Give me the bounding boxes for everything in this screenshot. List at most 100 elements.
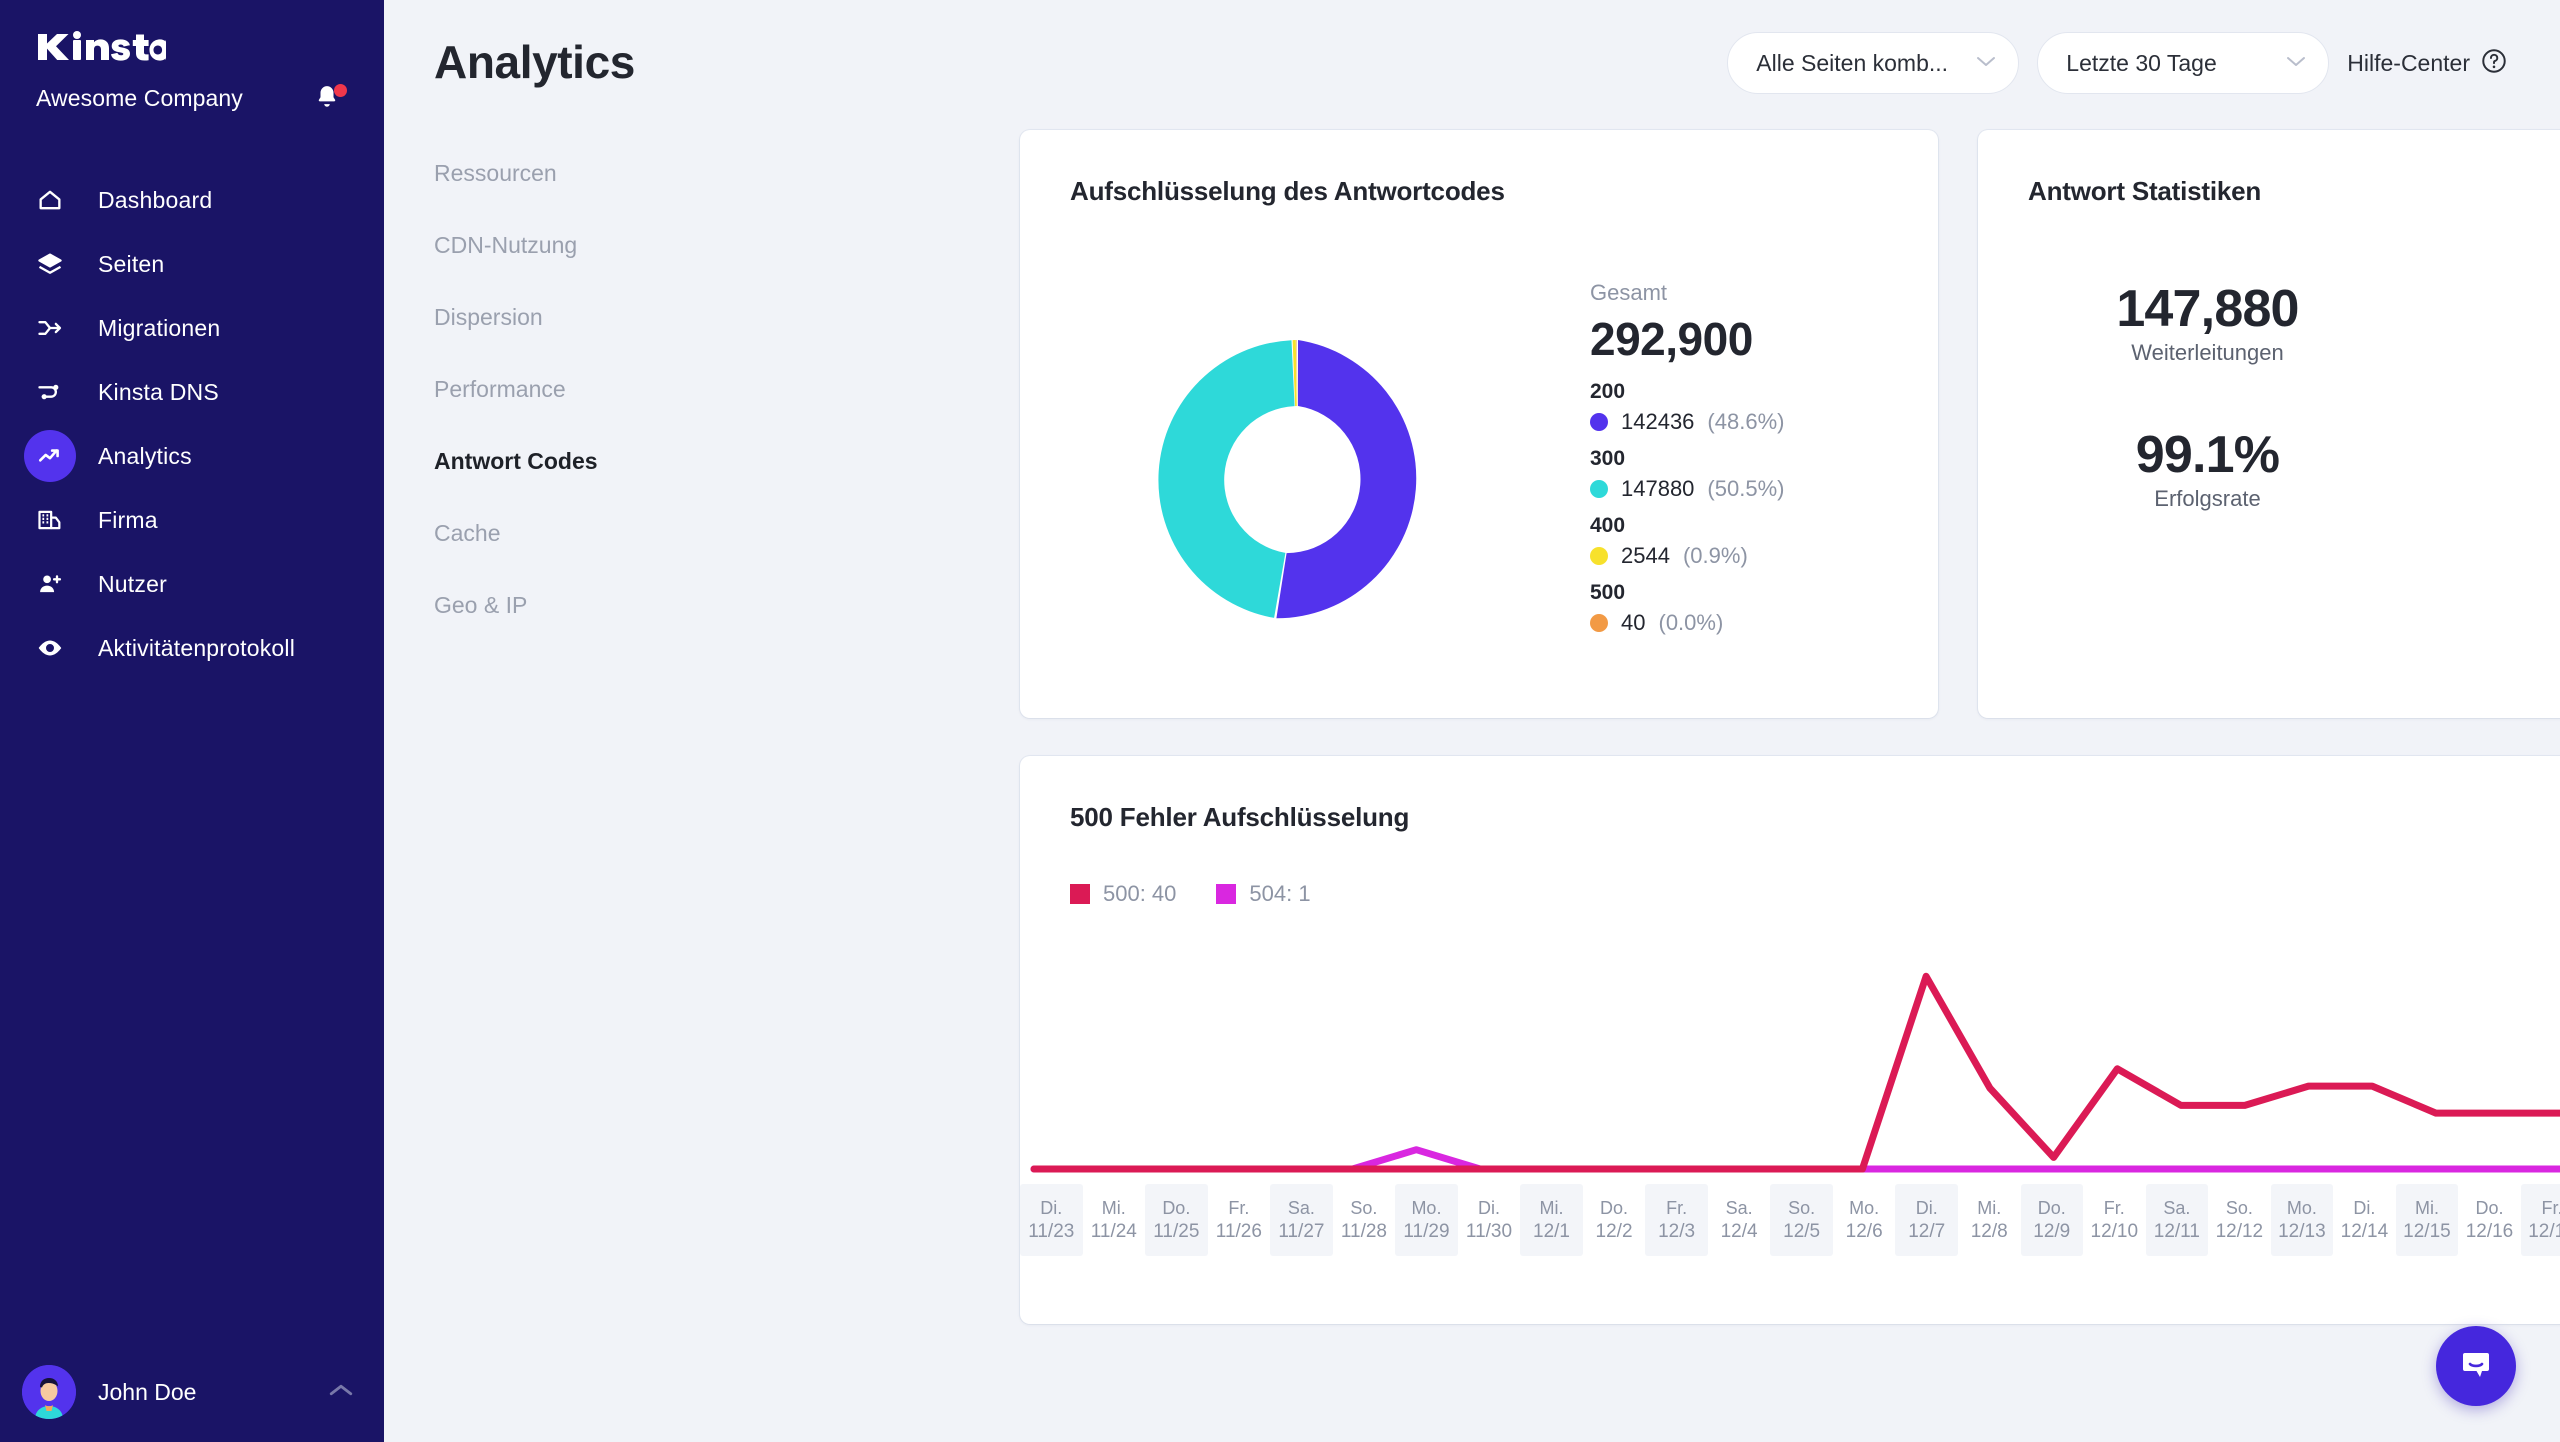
sidebar-item-migrationen[interactable]: Migrationen [0,296,384,360]
company-name: Awesome Company [36,84,243,111]
x-axis-date: 11/30 [1465,1220,1513,1242]
legend-item-500[interactable]: 500: 40 [1070,881,1176,907]
legend-code: 400 [1590,514,1626,537]
sidebar-item-dashboard[interactable]: Dashboard [0,168,384,232]
help-center-link[interactable]: Hilfe-Center [2347,47,2508,80]
stat-label: Weiterleitungen [2131,340,2284,366]
avatar [22,1365,76,1419]
subnav-item-ressourcen[interactable]: Ressourcen [434,160,654,187]
legend-code: 500 [1590,581,1626,604]
sidebar-label: Migrationen [98,314,221,341]
legend-label: 500: 40 [1103,881,1177,906]
x-axis-dow: Mi. [1977,1197,2002,1218]
legend-percent: (0.0%) [1658,610,1724,635]
stat-value: 0.9% [2437,426,2560,484]
dns-icon [24,366,76,418]
sidebar-item-kinsta-dns[interactable]: Kinsta DNS [0,360,384,424]
notification-badge-dot [334,84,347,97]
legend-row[interactable]: 147880 (50.5%) [1590,476,1920,502]
x-axis-date: 12/15 [2403,1220,2451,1242]
legend-color-swatch [1070,884,1090,904]
error-chart-x-axis: Di. 11/23 Mi. 11/24 Do. 11/25 Fr. 11/26 Sa. 11/27… [1020,1184,2560,1256]
subnav-item-antwort-codes[interactable]: Antwort Codes [434,448,654,475]
x-axis-tick: Mi. 11/24 [1083,1184,1146,1256]
notifications-button[interactable] [314,83,348,113]
x-axis-dow: Sa. [1287,1197,1315,1218]
site-select[interactable]: Alle Seiten komb... [1727,32,2020,94]
chevron-up-icon[interactable] [328,1382,354,1403]
x-axis-date: 11/23 [1028,1220,1075,1242]
x-axis-dow: Mi. [1101,1197,1126,1218]
x-axis-tick: Mi. 12/15 [2395,1184,2459,1256]
sidebar-item-seiten[interactable]: Seiten [0,232,384,296]
subnav-item-performance[interactable]: Performance [434,376,654,403]
x-axis-date: 12/1 [1533,1220,1570,1242]
x-axis-dow: Di. [1915,1197,1938,1218]
stat-fehlerrate: 0.9% Fehlerrate [2437,426,2560,512]
subnav-item-cache[interactable]: Cache [434,520,654,547]
x-axis-date: 12/13 [2278,1220,2326,1242]
x-axis-tick: Di. 12/14 [2333,1184,2396,1256]
x-axis-date: 11/27 [1278,1220,1325,1242]
date-range-value: Letzte 30 Tage [2066,49,2217,76]
legend-value: 2544 [1621,543,1670,568]
subnav-item-cdn-nutzung[interactable]: CDN-Nutzung [434,232,654,259]
chevron-down-icon [2286,54,2306,72]
x-axis-dow: Do. [2037,1197,2066,1218]
legend-color-dot [1590,413,1608,431]
x-axis-dow: Mi. [1539,1197,1564,1218]
series-line-500 [1030,972,2560,1173]
legend-row[interactable]: 142436 (48.6%) [1590,409,1920,435]
x-axis-dow: So. [1350,1197,1378,1218]
x-axis-tick: So. 12/12 [2208,1184,2271,1256]
sidebar-label: Kinsta DNS [98,378,219,405]
legend-item-504[interactable]: 504: 1 [1216,881,1311,907]
subnav-item-geo-ip[interactable]: Geo & IP [434,592,654,619]
x-axis-dow: Fr. [1666,1197,1688,1218]
user-name: John Doe [98,1378,197,1405]
sidebar-item-nutzer[interactable]: Nutzer [0,552,384,616]
legend-value: 142436 [1621,409,1695,434]
x-axis-date: 11/28 [1340,1220,1387,1242]
legend-percent: (50.5%) [1707,476,1785,501]
intercom-launcher-button[interactable] [2436,1326,2516,1406]
x-axis-dow: Sa. [1725,1197,1753,1218]
kinsta-logo[interactable] [36,30,166,70]
x-axis-dow: Mo. [1849,1197,1880,1218]
response-statistics-card: Antwort Statistiken 147,880 Weiterleitun… [1978,130,2560,718]
x-axis-date: 12/17 [2528,1220,2560,1242]
date-range-select[interactable]: Letzte 30 Tage [2037,32,2330,94]
x-axis-date: 11/25 [1153,1220,1200,1242]
x-axis-tick: Do. 12/2 [1583,1184,1646,1256]
analytics-subnav: Ressourcen CDN-Nutzung Dispersion Perfor… [434,160,654,664]
company-row: Awesome Company [36,83,348,113]
help-center-label: Hilfe-Center [2347,49,2470,76]
layers-icon [24,238,76,290]
x-axis-tick: Di. 11/30 [1458,1184,1521,1256]
sidebar-label: Nutzer [98,570,167,597]
sidebar-item-aktivitaetenprotokoll[interactable]: Aktivitätenprotokoll [0,616,384,680]
legend-group-300: 300 147880 (50.5%) [1590,447,1920,502]
sidebar-item-firma[interactable]: Firma [0,488,384,552]
subnav-item-dispersion[interactable]: Dispersion [434,304,654,331]
x-axis-dow: So. [1788,1197,1816,1218]
user-menu[interactable]: John Doe [0,1342,384,1442]
x-axis-tick: So. 12/5 [1770,1184,1833,1256]
legend-row[interactable]: 40 (0.0%) [1590,610,1920,636]
x-axis-date: 12/2 [1595,1220,1633,1242]
error-chart-legend: 500: 40 504: 1 [1070,881,1311,907]
x-axis-date: 12/5 [1783,1220,1821,1242]
legend-percent: (48.6%) [1707,409,1785,434]
legend-label: 504: 1 [1249,881,1311,906]
x-axis-tick: Mo. 12/13 [2270,1184,2334,1256]
stat-fehler: 2,584 Fehler [2437,280,2560,366]
stat-erfolgsrate: 99.1% Erfolgsrate [1978,426,2437,512]
legend-row[interactable]: 2544 (0.9%) [1590,543,1920,569]
x-axis-date: 12/6 [1845,1220,1883,1242]
x-axis-date: 12/8 [1970,1220,2008,1242]
sidebar-item-analytics[interactable]: Analytics [0,424,384,488]
topbar-controls: Alle Seiten komb... Letzte 30 Tage Hilfe… [1727,32,2508,94]
building-icon [24,494,76,546]
error-breakdown-card: 500 Fehler Aufschlüsselung 500: 40 504: … [1020,756,2560,1324]
x-axis-dow: So. [2225,1197,2253,1218]
